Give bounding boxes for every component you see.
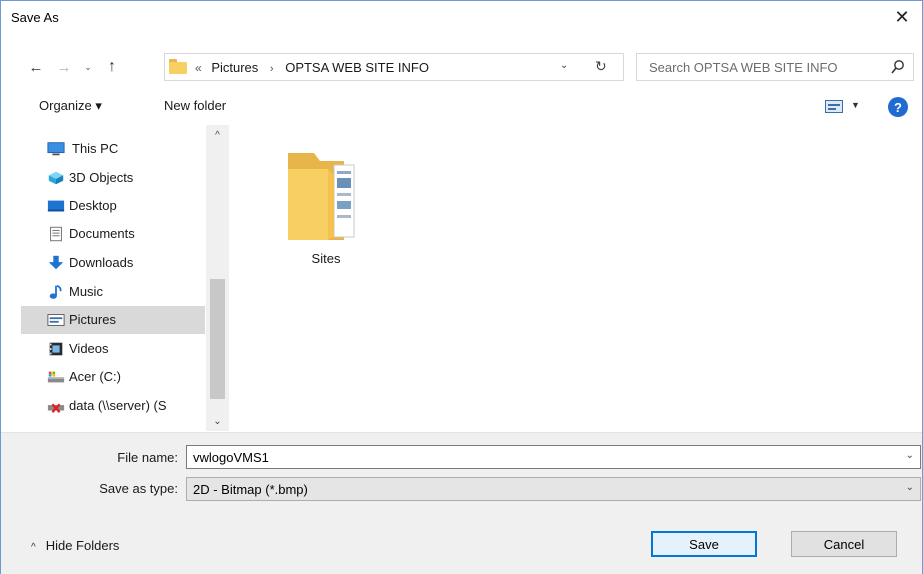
sidebar-item-label: Music <box>69 284 103 299</box>
save-as-type-select[interactable]: 2D - Bitmap (*.bmp) ⌄ <box>186 477 921 501</box>
save-button[interactable]: Save <box>651 531 757 557</box>
folder-icon <box>288 153 355 240</box>
close-button[interactable]: ✕ <box>882 1 922 33</box>
hide-folders-label: Hide Folders <box>45 538 120 553</box>
3d-objects-icon <box>48 171 64 185</box>
sidebar-item-label: This PC <box>72 141 119 156</box>
network-drive-disconnected-icon <box>47 403 65 414</box>
file-list[interactable]: Sites <box>233 125 922 431</box>
dialog-title: Save As <box>11 10 59 25</box>
save-form: File name: vwlogoVMS1 ⌄ Save as type: 2D… <box>1 432 922 574</box>
forward-button[interactable]: → <box>53 54 75 80</box>
title-bar: Save As ✕ <box>1 1 922 33</box>
new-folder-button[interactable]: New folder <box>164 98 226 113</box>
chevron-down-icon: ⌄ <box>905 482 914 493</box>
back-button[interactable]: ← <box>25 54 47 80</box>
address-bar[interactable]: « Pictures › OPTSA WEB SITE INFO ⌄ ↻ <box>164 53 624 81</box>
save-as-type-label: Save as type: <box>99 481 178 496</box>
sidebar-item-network-drive[interactable]: data (\\server) (S <box>21 392 205 420</box>
sidebar-item-label: Acer (C:) <box>69 369 121 384</box>
chevron-down-icon[interactable]: ⌄ <box>906 450 914 461</box>
search-input[interactable]: Search OPTSA WEB SITE INFO <box>636 53 914 81</box>
music-icon <box>49 284 62 299</box>
desktop-icon <box>47 200 65 212</box>
breadcrumb-overflow[interactable]: « <box>195 61 202 75</box>
sidebar-item-music[interactable]: Music <box>21 278 205 306</box>
folder-item-sites[interactable]: Sites <box>278 145 374 266</box>
sidebar-item-label: Documents <box>69 226 135 241</box>
sidebar-item-acer-c[interactable]: Acer (C:) <box>21 363 205 391</box>
scroll-up-button[interactable]: ^ <box>206 125 229 145</box>
save-as-dialog: Save As ✕ ← → ⌄ ↑ « Pictures › OPTSA WEB… <box>0 0 923 574</box>
sidebar-item-this-pc[interactable]: This PC <box>21 135 205 163</box>
search-placeholder: Search OPTSA WEB SITE INFO <box>649 60 838 75</box>
sidebar-item-3d-objects[interactable]: 3D Objects <box>21 164 205 192</box>
pictures-icon <box>47 314 65 326</box>
address-dropdown-button[interactable]: ⌄ <box>560 60 568 71</box>
drive-icon <box>47 371 65 383</box>
recent-locations-button[interactable]: ⌄ <box>77 54 99 80</box>
breadcrumb-separator[interactable]: › <box>270 63 274 75</box>
navigation-pane: This PC 3D Objects Desktop Documents Dow… <box>21 125 231 431</box>
hide-folders-button[interactable]: ^ Hide Folders <box>31 538 119 553</box>
file-name-field[interactable]: vwlogoVMS1 ⌄ <box>186 445 921 469</box>
sidebar-item-videos[interactable]: Videos <box>21 335 205 363</box>
navigation-scrollbar[interactable]: ^ ⌄ <box>206 125 229 431</box>
folder-icon <box>169 59 187 74</box>
computer-icon <box>47 142 65 156</box>
sidebar-item-pictures[interactable]: Pictures <box>21 306 205 334</box>
sidebar-item-label: Pictures <box>69 312 116 327</box>
change-view-button[interactable]: ▼ <box>825 98 865 116</box>
file-name-value[interactable]: vwlogoVMS1 <box>193 450 269 465</box>
sidebar-item-label: Desktop <box>69 198 117 213</box>
breadcrumb: « Pictures › OPTSA WEB SITE INFO <box>195 60 429 75</box>
organize-button[interactable]: Organize ▾ <box>39 98 102 114</box>
cancel-button[interactable]: Cancel <box>791 531 897 557</box>
sidebar-item-label: Videos <box>69 341 109 356</box>
breadcrumb-pictures[interactable]: Pictures <box>211 60 258 75</box>
help-icon[interactable]: ? <box>888 97 908 117</box>
sidebar-item-label: data (\\server) (S <box>69 398 167 413</box>
chevron-up-icon: ^ <box>31 542 36 553</box>
file-name-label: File name: <box>117 450 178 465</box>
scroll-down-button[interactable]: ⌄ <box>206 411 229 431</box>
command-bar: Organize ▾ New folder ▼ ? <box>1 91 922 123</box>
save-as-type-value: 2D - Bitmap (*.bmp) <box>193 482 308 497</box>
scrollbar-thumb[interactable] <box>210 279 225 399</box>
search-icon[interactable] <box>891 59 905 75</box>
view-icon <box>825 100 843 113</box>
sidebar-item-desktop[interactable]: Desktop <box>21 192 205 220</box>
sidebar-item-label: Downloads <box>69 255 134 270</box>
sidebar-item-downloads[interactable]: Downloads <box>21 249 205 277</box>
up-button[interactable]: ↑ <box>101 54 123 80</box>
sidebar-item-documents[interactable]: Documents <box>21 220 205 248</box>
sidebar-item-label: 3D Objects <box>69 170 134 185</box>
breadcrumb-current-folder[interactable]: OPTSA WEB SITE INFO <box>285 60 429 75</box>
chevron-down-icon: ▼ <box>851 100 860 110</box>
folder-name: Sites <box>311 251 341 266</box>
videos-icon <box>49 342 63 356</box>
address-row: ← → ⌄ ↑ « Pictures › OPTSA WEB SITE INFO… <box>1 51 922 85</box>
refresh-icon[interactable]: ↻ <box>595 58 607 75</box>
documents-icon <box>50 226 62 242</box>
downloads-icon <box>48 255 64 270</box>
